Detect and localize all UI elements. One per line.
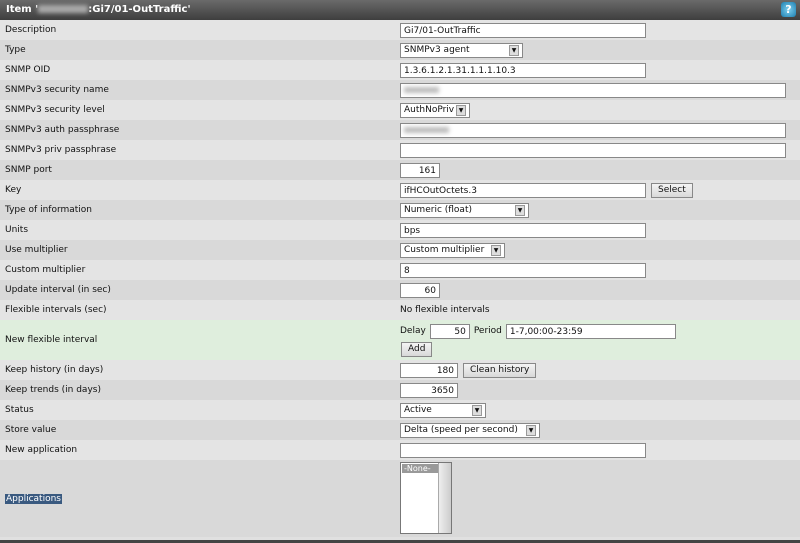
- label: Store value: [5, 425, 57, 435]
- row-security-name: SNMPv3 security name: [0, 80, 800, 100]
- row-store-value: Store value Delta (speed per second) ▼: [0, 420, 800, 440]
- row-priv-passphrase: SNMPv3 priv passphrase: [0, 140, 800, 160]
- label: New application: [5, 445, 78, 455]
- row-key: Key ifHCOutOctets.3 Select: [0, 180, 800, 200]
- period-input[interactable]: 1-7,00:00-23:59: [505, 323, 676, 339]
- label: Update interval (in sec): [5, 285, 111, 295]
- label: Flexible intervals (sec): [5, 305, 107, 315]
- auth-passphrase-input[interactable]: [400, 122, 786, 138]
- title-suffix: :Gi7/01-OutTraffic': [88, 4, 191, 15]
- label: SNMPv3 security level: [5, 105, 105, 115]
- label: SNMP port: [5, 165, 52, 175]
- row-keep-history: Keep history (in days) 180 Clean history: [0, 360, 800, 380]
- row-description: Description Gi7/01-OutTraffic: [0, 20, 800, 40]
- description-input[interactable]: Gi7/01-OutTraffic: [400, 22, 646, 38]
- custom-multiplier-input[interactable]: 8: [400, 262, 646, 278]
- update-interval-input[interactable]: 60: [400, 282, 440, 298]
- priv-passphrase-input[interactable]: [400, 142, 786, 158]
- security-name-input[interactable]: [400, 82, 786, 98]
- label: SNMP OID: [5, 65, 51, 75]
- delay-input[interactable]: 50: [429, 323, 470, 339]
- applications-listbox[interactable]: -None-: [400, 462, 452, 534]
- use-multiplier-select[interactable]: Custom multiplier ▼: [400, 242, 505, 258]
- label: Keep trends (in days): [5, 385, 101, 395]
- add-button[interactable]: Add: [401, 341, 433, 357]
- label: Applications: [5, 493, 62, 504]
- row-use-multiplier: Use multiplier Custom multiplier ▼: [0, 240, 800, 260]
- keep-history-input[interactable]: 180: [400, 362, 458, 378]
- label: SNMPv3 priv passphrase: [5, 145, 117, 155]
- clean-history-button[interactable]: Clean history: [463, 362, 537, 378]
- row-snmp-port: SNMP port 161: [0, 160, 800, 180]
- row-oid: SNMP OID 1.3.6.1.2.1.31.1.1.1.10.3: [0, 60, 800, 80]
- status-select[interactable]: Active ▼: [400, 402, 486, 418]
- period-label: Period: [473, 326, 502, 336]
- title-prefix: Item ': [6, 4, 39, 15]
- label: Keep history (in days): [5, 365, 104, 375]
- row-update-interval: Update interval (in sec) 60: [0, 280, 800, 300]
- keep-trends-input[interactable]: 3650: [400, 382, 458, 398]
- snmp-oid-input[interactable]: 1.3.6.1.2.1.31.1.1.1.10.3: [400, 62, 646, 78]
- row-new-flexible-interval: New flexible interval Delay 50 Period 1-7,0…: [0, 320, 800, 360]
- redacted-value: [404, 126, 449, 133]
- type-select[interactable]: SNMPv3 agent ▼: [400, 42, 523, 58]
- key-input[interactable]: ifHCOutOctets.3: [400, 182, 646, 198]
- chevron-down-icon: ▼: [509, 44, 519, 56]
- label: SNMPv3 security name: [5, 85, 109, 95]
- label: Status: [5, 405, 34, 415]
- redacted-host: [38, 5, 89, 13]
- label: Type of information: [5, 205, 93, 215]
- label: SNMPv3 auth passphrase: [5, 125, 120, 135]
- chevron-down-icon: ▼: [456, 104, 466, 116]
- row-security-level: SNMPv3 security level AuthNoPriv ▼: [0, 100, 800, 120]
- label: New flexible interval: [5, 335, 98, 345]
- selected-value: SNMPv3 agent: [404, 45, 470, 55]
- chevron-down-icon: ▼: [472, 404, 482, 416]
- row-custom-multiplier: Custom multiplier 8: [0, 260, 800, 280]
- scrollbar[interactable]: [438, 463, 451, 533]
- units-input[interactable]: bps: [400, 222, 646, 238]
- type-of-information-select[interactable]: Numeric (float) ▼: [400, 202, 529, 218]
- row-type: Type SNMPv3 agent ▼: [0, 40, 800, 60]
- label: Key: [5, 185, 22, 195]
- row-keep-trends: Keep trends (in days) 3650: [0, 380, 800, 400]
- selected-value: Delta (speed per second): [404, 425, 518, 435]
- chevron-down-icon: ▼: [491, 244, 501, 256]
- snmp-port-input[interactable]: 161: [400, 162, 440, 178]
- selected-value: Active: [404, 405, 432, 415]
- row-applications: Applications -None-: [0, 460, 800, 537]
- store-value-select[interactable]: Delta (speed per second) ▼: [400, 422, 540, 438]
- label: Custom multiplier: [5, 265, 86, 275]
- row-units: Units bps: [0, 220, 800, 240]
- selected-value: Custom multiplier: [404, 245, 485, 255]
- row-type-of-information: Type of information Numeric (float) ▼: [0, 200, 800, 220]
- selected-value: AuthNoPriv: [404, 105, 455, 115]
- row-status: Status Active ▼: [0, 400, 800, 420]
- label: Type: [5, 45, 26, 55]
- new-application-input[interactable]: [400, 442, 646, 458]
- security-level-select[interactable]: AuthNoPriv ▼: [400, 102, 470, 118]
- label: Units: [5, 225, 29, 235]
- window-title-bar: Item ' :Gi7/01-OutTraffic' ?: [0, 0, 800, 20]
- row-new-application: New application: [0, 440, 800, 460]
- redacted-value: [404, 86, 439, 93]
- item-form: Description Gi7/01-OutTraffic Type SNMPv3 …: [0, 20, 800, 537]
- select-button[interactable]: Select: [651, 182, 693, 198]
- chevron-down-icon: ▼: [526, 424, 536, 436]
- help-icon[interactable]: ?: [781, 2, 796, 17]
- label: Description: [5, 25, 57, 35]
- row-auth-passphrase: SNMPv3 auth passphrase: [0, 120, 800, 140]
- list-option[interactable]: -None-: [402, 464, 440, 473]
- label: Use multiplier: [5, 245, 68, 255]
- chevron-down-icon: ▼: [515, 204, 525, 216]
- flexible-intervals-value: No flexible intervals: [400, 305, 490, 315]
- selected-value: Numeric (float): [404, 205, 472, 215]
- row-flexible-intervals: Flexible intervals (sec) No flexible inte…: [0, 300, 800, 320]
- delay-label: Delay: [400, 326, 426, 336]
